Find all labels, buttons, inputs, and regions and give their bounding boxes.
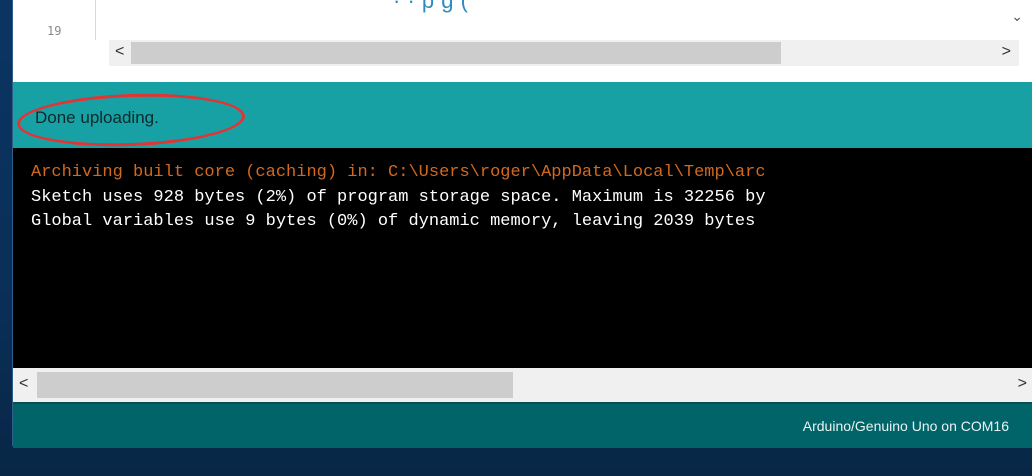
scroll-right-arrow-icon[interactable]: > [1002, 43, 1011, 61]
console-line: Global variables use 9 bytes (0%) of dyn… [31, 212, 756, 231]
divider [13, 70, 1032, 82]
scrollbar-thumb[interactable] [131, 42, 781, 64]
board-status-footer: Arduino/Genuino Uno on COM16 [13, 402, 1032, 448]
output-console[interactable]: Archiving built core (caching) in: C:\Us… [13, 148, 1032, 368]
editor-partial-text: · · p g ( [393, 0, 469, 13]
arduino-ide-window: 19 · · p g ( ⌄ < > Done uploading. Archi… [12, 0, 1032, 448]
line-number-gutter: 19 [23, 0, 96, 40]
annotation-circle [16, 90, 246, 150]
code-editor[interactable]: 19 · · p g ( ⌄ < > [13, 0, 1032, 70]
scroll-left-arrow-icon[interactable]: < [115, 43, 124, 61]
chevron-down-icon[interactable]: ⌄ [1011, 8, 1023, 25]
line-number: 19 [47, 24, 62, 38]
board-port-label: Arduino/Genuino Uno on COM16 [802, 418, 1009, 434]
console-line: Sketch uses 928 bytes (2%) of program st… [31, 188, 766, 207]
status-bar: Done uploading. [13, 82, 1032, 150]
console-line-warning: Archiving built core (caching) in: C:\Us… [31, 163, 766, 182]
scroll-right-arrow-icon[interactable]: > [1018, 375, 1027, 393]
console-horizontal-scrollbar[interactable]: < > [13, 368, 1032, 402]
editor-horizontal-scrollbar[interactable]: < > [109, 40, 1019, 66]
scroll-left-arrow-icon[interactable]: < [19, 375, 28, 393]
scrollbar-thumb[interactable] [37, 372, 513, 398]
